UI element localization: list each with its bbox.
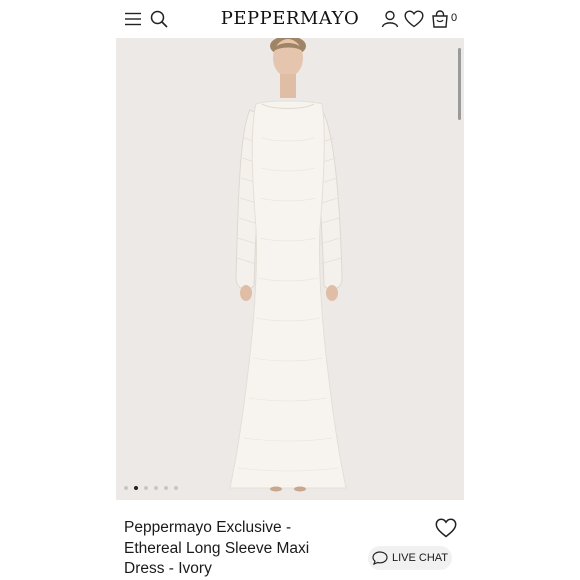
gallery-dot[interactable] — [154, 486, 158, 490]
search-button[interactable] — [148, 8, 170, 30]
cart-button[interactable] — [429, 8, 451, 30]
product-image — [116, 38, 464, 500]
site-header: PEPPERMAYO 0 — [116, 0, 464, 38]
search-icon — [150, 10, 168, 28]
cart-icon — [432, 10, 448, 28]
menu-button[interactable] — [122, 8, 144, 30]
menu-icon — [125, 12, 141, 26]
gallery-pagination — [124, 486, 178, 490]
product-image-gallery[interactable] — [116, 38, 464, 500]
account-icon — [381, 10, 399, 28]
cart-count-badge: 0 — [451, 12, 458, 24]
live-chat-button[interactable]: LIVE CHAT — [368, 546, 452, 570]
wishlist-icon — [404, 10, 424, 28]
wishlist-button[interactable] — [403, 8, 425, 30]
chat-bubble-icon — [372, 551, 388, 565]
product-title: Peppermayo Exclusive - Ethereal Long Sle… — [124, 519, 310, 577]
live-chat-label: LIVE CHAT — [391, 552, 449, 564]
account-button[interactable] — [379, 8, 401, 30]
gallery-dot[interactable] — [174, 486, 178, 490]
product-info: Peppermayo Exclusive - Ethereal Long Sle… — [116, 500, 464, 580]
gallery-dot[interactable] — [124, 486, 128, 490]
page: PEPPERMAYO 0 Peppermayo Exclusive - Ethe… — [0, 0, 580, 580]
gallery-dot[interactable] — [144, 486, 148, 490]
mobile-viewport: PEPPERMAYO 0 Peppermayo Exclusive - Ethe… — [116, 0, 464, 580]
heart-icon — [435, 518, 457, 538]
gallery-dot[interactable] — [164, 486, 168, 490]
add-to-wishlist-button[interactable] — [434, 516, 458, 540]
gallery-dot-active[interactable] — [134, 486, 138, 490]
scrollbar[interactable] — [458, 48, 461, 120]
